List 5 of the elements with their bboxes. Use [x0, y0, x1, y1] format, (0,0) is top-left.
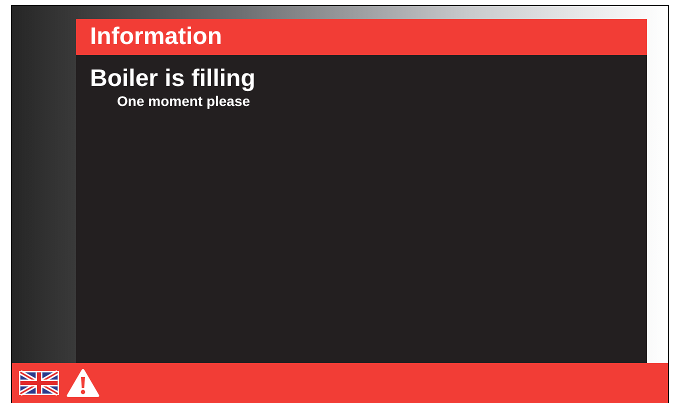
message-subtitle: One moment please: [117, 93, 252, 109]
flag-icon[interactable]: [19, 370, 59, 396]
message-title: Boiler is filling: [90, 65, 256, 93]
header-title: Information: [90, 23, 222, 51]
warning-icon[interactable]: [66, 368, 100, 398]
